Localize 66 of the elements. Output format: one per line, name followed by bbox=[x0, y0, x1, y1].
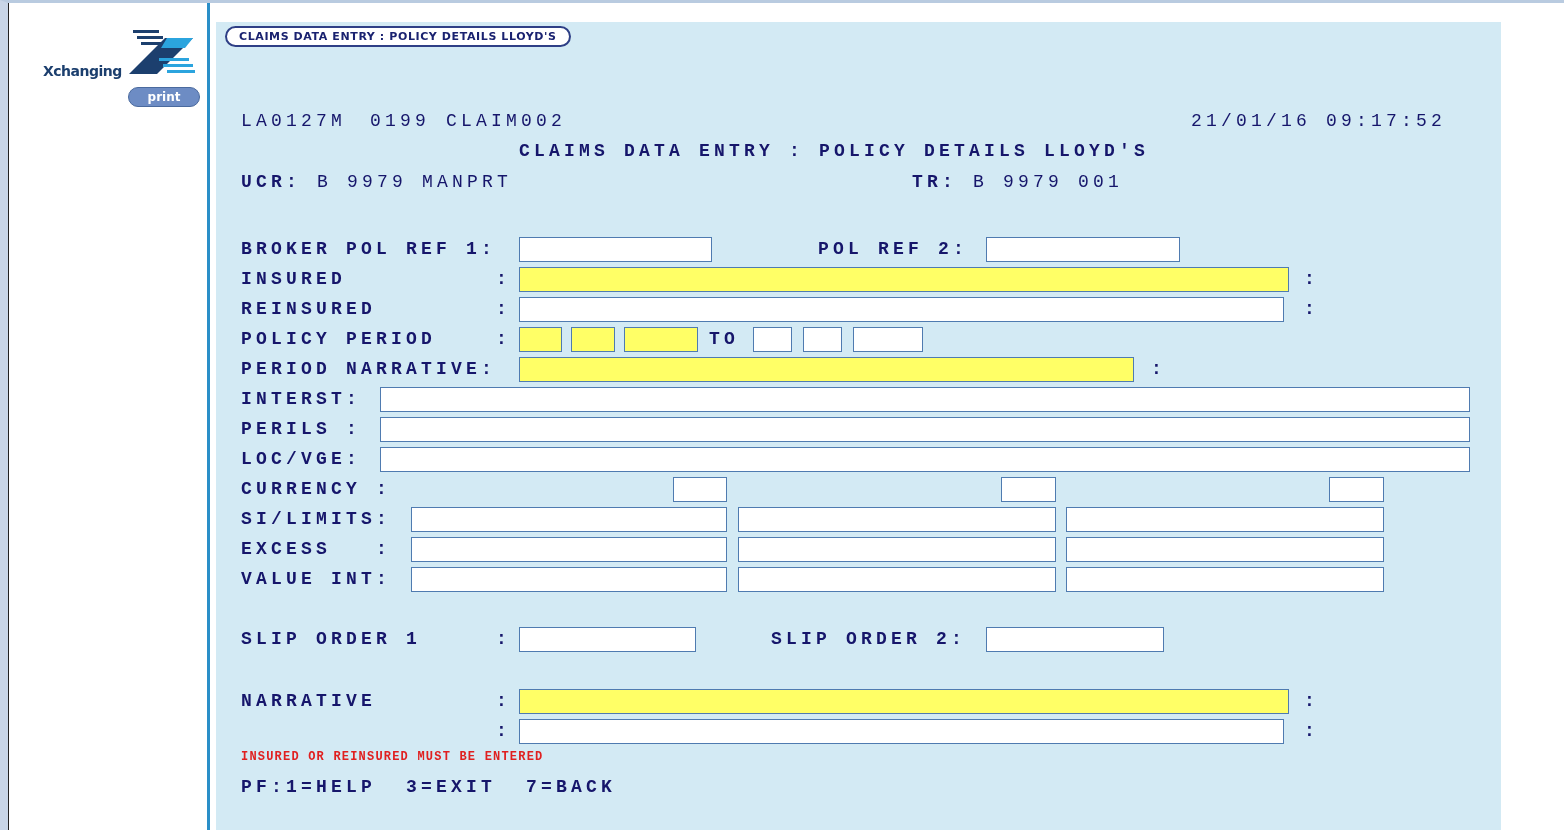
program-code: LA0127M bbox=[241, 111, 346, 131]
screen-id: CLAIM002 bbox=[446, 111, 567, 131]
transaction-code: 0199 bbox=[370, 111, 431, 131]
input-field[interactable] bbox=[411, 566, 727, 592]
input-field[interactable] bbox=[986, 626, 1164, 652]
input-field[interactable] bbox=[519, 296, 1284, 322]
input-field[interactable] bbox=[738, 506, 1056, 532]
error-message: INSURED OR REINSURED MUST BE ENTERED bbox=[241, 749, 545, 766]
input-field[interactable] bbox=[571, 326, 615, 352]
field-label: : bbox=[1304, 268, 1319, 290]
screen-title: CLAIMS DATA ENTRY : POLICY DETAILS LLOYD'S bbox=[518, 140, 1151, 162]
input-field[interactable] bbox=[519, 718, 1284, 744]
field-label: SLIP ORDER 2: bbox=[771, 628, 968, 650]
field-label: POLICY PERIOD : bbox=[241, 328, 513, 350]
field-label: TO bbox=[709, 328, 739, 350]
input-field[interactable] bbox=[519, 626, 696, 652]
input-field[interactable] bbox=[519, 236, 712, 262]
input-field[interactable] bbox=[380, 386, 1470, 412]
field-label: : bbox=[1304, 298, 1319, 320]
field-label: SI/LIMITS: bbox=[241, 508, 393, 530]
input-field[interactable] bbox=[411, 536, 727, 562]
field-label: INTERST: bbox=[241, 388, 362, 410]
input-field[interactable] bbox=[519, 266, 1289, 292]
field-value: B 9979 001 bbox=[973, 171, 1124, 193]
input-field[interactable] bbox=[1329, 476, 1384, 502]
input-field[interactable] bbox=[673, 476, 727, 502]
field-label: POL REF 2: bbox=[818, 238, 970, 260]
field-label: PERILS : bbox=[241, 418, 362, 440]
logo-text: Xchanging bbox=[43, 63, 122, 79]
date-time: 21/01/16 09:17:52 bbox=[1190, 110, 1446, 132]
field-label: PERIOD NARRATIVE: bbox=[241, 358, 498, 380]
field-label: VALUE INT: bbox=[241, 568, 393, 590]
field-label: : bbox=[1304, 690, 1319, 712]
input-field[interactable] bbox=[380, 416, 1470, 442]
field-label: CURRENCY : bbox=[241, 478, 393, 500]
input-field[interactable] bbox=[738, 536, 1056, 562]
field-label: TR: bbox=[912, 171, 958, 193]
input-field[interactable] bbox=[411, 506, 727, 532]
function-keys: PF:1=HELP 3=EXIT 7=BACK bbox=[241, 776, 1501, 798]
input-field[interactable] bbox=[738, 566, 1056, 592]
input-field[interactable] bbox=[380, 446, 1470, 472]
field-label: SLIP ORDER 1 : bbox=[241, 628, 513, 650]
field-label: BROKER POL REF 1: bbox=[241, 238, 498, 260]
input-field[interactable] bbox=[753, 326, 792, 352]
input-field[interactable] bbox=[853, 326, 923, 352]
field-label: : bbox=[1304, 720, 1319, 742]
field-label: : bbox=[1151, 358, 1166, 380]
input-field[interactable] bbox=[803, 326, 842, 352]
input-field[interactable] bbox=[1066, 566, 1384, 592]
input-field[interactable] bbox=[519, 688, 1289, 714]
field-label: UCR: bbox=[241, 171, 301, 193]
input-field[interactable] bbox=[1001, 476, 1056, 502]
input-field[interactable] bbox=[1066, 506, 1384, 532]
field-label: LOC/VGE: bbox=[241, 448, 362, 470]
field-label: NARRATIVE : bbox=[241, 690, 513, 712]
input-field[interactable] bbox=[986, 236, 1180, 262]
field-label: EXCESS : bbox=[241, 538, 393, 560]
field-value: B 9979 MANPRT bbox=[317, 171, 513, 193]
input-field[interactable] bbox=[519, 356, 1134, 382]
input-field[interactable] bbox=[1066, 536, 1384, 562]
field-label: REINSURED : bbox=[241, 298, 513, 320]
field-label: INSURED : bbox=[241, 268, 513, 290]
screen-tab[interactable]: CLAIMS DATA ENTRY : POLICY DETAILS LLOYD'S bbox=[225, 26, 571, 47]
input-field[interactable] bbox=[624, 326, 698, 352]
input-field[interactable] bbox=[519, 326, 562, 352]
field-label: : bbox=[495, 720, 513, 742]
